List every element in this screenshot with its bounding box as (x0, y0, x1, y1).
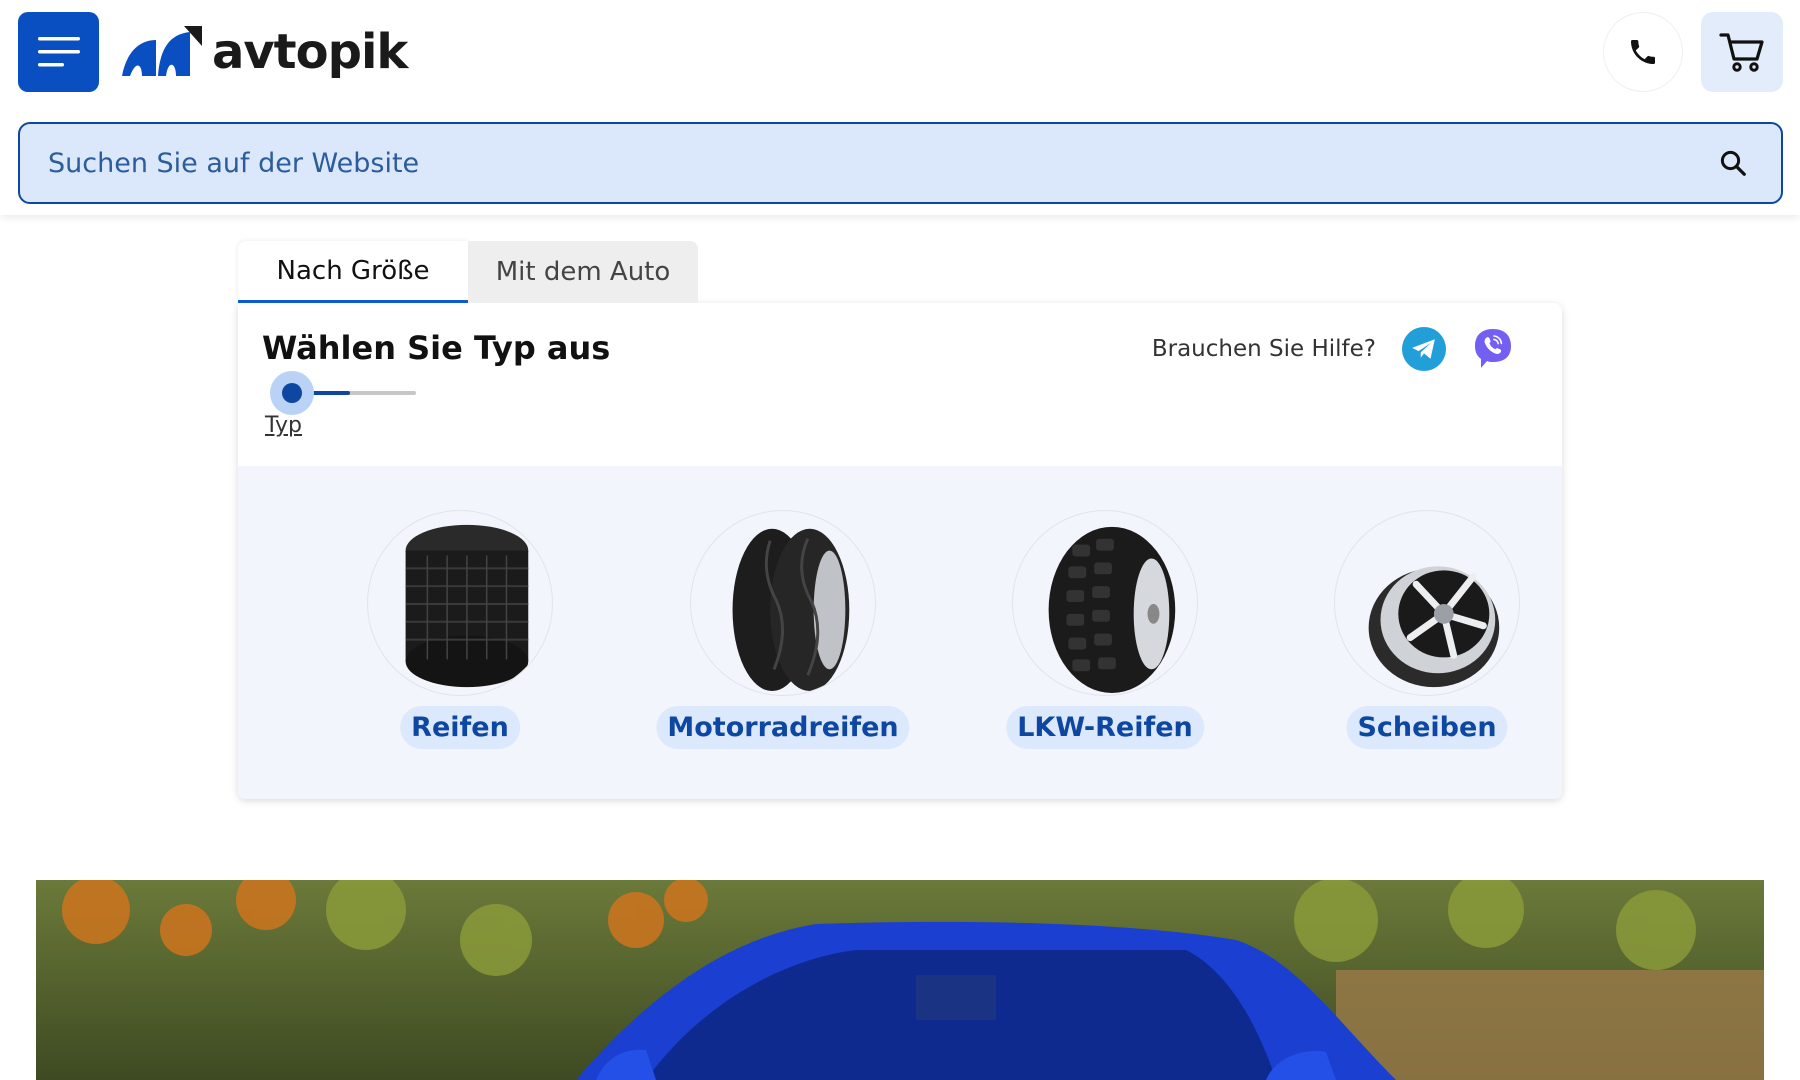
wheel-rim-image (1334, 510, 1520, 696)
progress-stepper (270, 371, 416, 415)
viber-icon[interactable] (1472, 327, 1514, 371)
search-bar (18, 122, 1783, 204)
cart-button[interactable] (1701, 12, 1783, 92)
stepper-active-dot[interactable] (282, 383, 302, 403)
search-input[interactable] (48, 147, 1713, 179)
hamburger-icon (37, 37, 80, 67)
type-label-scheiben[interactable]: Scheiben (1346, 706, 1508, 749)
type-option-lkw-reifen[interactable]: LKW-Reifen (975, 510, 1235, 770)
panel-title: Wählen Sie Typ aus (262, 329, 611, 367)
hero-car-image (36, 880, 1764, 1080)
phone-icon (1631, 40, 1655, 64)
telegram-icon[interactable] (1402, 327, 1446, 371)
type-option-reifen[interactable]: Reifen (330, 510, 590, 770)
motorcycle-tires-image (690, 510, 876, 696)
type-label-reifen[interactable]: Reifen (400, 706, 520, 749)
type-label-motorradreifen[interactable]: Motorradreifen (656, 706, 910, 749)
logo-mark-icon (122, 26, 202, 76)
site-logo[interactable]: avtopik (122, 24, 408, 80)
step-label-type[interactable]: Typ (265, 413, 302, 438)
search-mode-tabs: Nach Größe Mit dem Auto (238, 241, 698, 303)
type-option-motorradreifen[interactable]: Motorradreifen (653, 510, 913, 770)
type-option-scheiben[interactable]: Scheiben (1297, 510, 1557, 770)
search-icon[interactable] (1713, 143, 1753, 183)
type-label-lkw-reifen[interactable]: LKW-Reifen (1006, 706, 1204, 749)
cart-icon (1719, 33, 1764, 72)
type-options: Reifen Motorradreifen LKW-Reifen Scheibe… (238, 466, 1562, 799)
help-contacts: Brauchen Sie Hilfe? (1152, 327, 1514, 371)
truck-tire-image (1012, 510, 1198, 696)
help-text: Brauchen Sie Hilfe? (1151, 336, 1376, 362)
type-selection-panel: Wählen Sie Typ aus Typ Brauchen Sie Hilf… (238, 303, 1562, 799)
phone-button[interactable] (1603, 12, 1683, 92)
tab-by-size[interactable]: Nach Größe (238, 241, 468, 303)
tire-stack-image (367, 510, 553, 696)
menu-button[interactable] (18, 12, 99, 92)
logo-text: avtopik (212, 24, 408, 80)
site-header: avtopik (0, 0, 1800, 215)
tab-by-car[interactable]: Mit dem Auto (468, 241, 698, 303)
